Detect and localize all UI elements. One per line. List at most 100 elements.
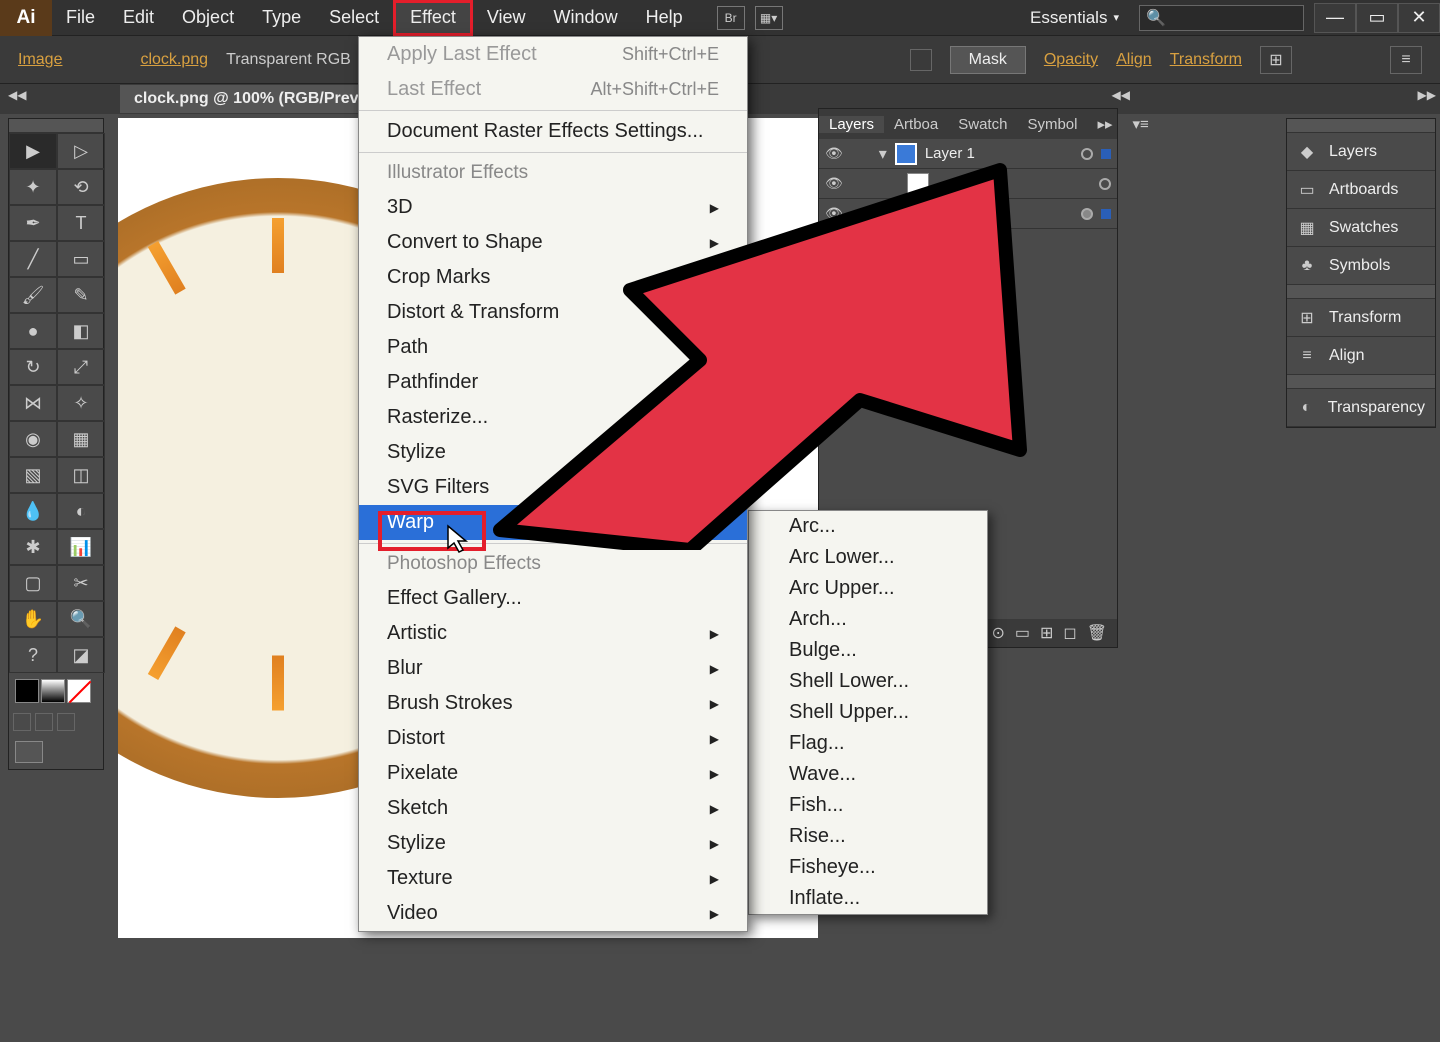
menu-pathfinder[interactable]: Pathfinder▶ [359,365,747,400]
new-layer-icon[interactable]: ◻ [1063,623,1076,643]
delete-layer-icon[interactable]: 🗑 [1087,623,1107,643]
tool-panel-grip[interactable] [9,119,103,133]
layer-name[interactable]: Layer 1 [925,145,1073,162]
bridge-icon[interactable]: Br [717,6,745,30]
mesh-tool[interactable]: ▧ [9,457,57,493]
menu-rasterize[interactable]: Rasterize... [359,400,747,435]
submenu-fisheye[interactable]: Fisheye... [749,852,987,883]
eyedropper-tool[interactable]: 💧 [9,493,57,529]
make-clip-icon[interactable]: ▭ [1015,623,1030,643]
menu-select[interactable]: Select [315,0,393,36]
mask-button[interactable]: Mask [950,46,1026,74]
menu-raster-settings[interactable]: Document Raster Effects Settings... [359,114,747,149]
collapse-tools-icon[interactable]: ◀◀ [8,88,26,102]
search-input[interactable]: 🔍 [1139,5,1304,31]
submenu-flag[interactable]: Flag... [749,728,987,759]
tab-layers[interactable]: Layers [819,116,884,133]
submenu-bulge[interactable]: Bulge... [749,635,987,666]
transform-link[interactable]: Transform [1170,51,1242,69]
selection-tool[interactable]: ▶ [9,133,57,169]
menu-pixelate[interactable]: Pixelate▶ [359,756,747,791]
tab-symbols[interactable]: Symbol [1017,116,1087,133]
isolation-icon[interactable]: ⊞ [1260,46,1292,74]
menu-blur[interactable]: Blur▶ [359,651,747,686]
menu-brush-strokes[interactable]: Brush Strokes▶ [359,686,747,721]
gradient-swatch[interactable] [41,679,65,703]
menu-sketch[interactable]: Sketch▶ [359,791,747,826]
fill-stroke-swap[interactable]: ◪ [57,637,105,673]
expand-icon[interactable]: ▾ [879,144,887,164]
menu-effect[interactable]: Effect [393,0,473,36]
menu-window[interactable]: Window [540,0,632,36]
submenu-rise[interactable]: Rise... [749,821,987,852]
side-layers[interactable]: ◆Layers [1287,133,1435,171]
close-button[interactable]: ✕ [1398,3,1440,33]
menu-3d[interactable]: 3D▶ [359,190,747,225]
menu-convert-shape[interactable]: Convert to Shape▶ [359,225,747,260]
blob-brush-tool[interactable]: ● [9,313,57,349]
menu-distort-ps[interactable]: Distort▶ [359,721,747,756]
side-transform[interactable]: ⊞Transform [1287,299,1435,337]
symbol-sprayer-tool[interactable]: ✱ [9,529,57,565]
menu-warp[interactable]: Warp▶ [359,505,747,540]
locate-icon[interactable]: ⊙ [991,623,1004,643]
visibility-icon[interactable]: 👁 [825,205,843,222]
target-icon[interactable] [1081,148,1093,160]
menu-object[interactable]: Object [168,0,248,36]
help-tool[interactable]: ? [9,637,57,673]
collapse-dock-icon[interactable]: ▶▶ [1418,88,1436,102]
submenu-fish[interactable]: Fish... [749,790,987,821]
submenu-arc[interactable]: Arc... [749,511,987,542]
layer-row[interactable]: 👁 . [819,169,1117,199]
opacity-link[interactable]: Opacity [1044,51,1098,69]
tab-artboards[interactable]: Artboa [884,116,948,133]
submenu-arc-upper[interactable]: Arc Upper... [749,573,987,604]
new-sublayer-icon[interactable]: ⊞ [1040,623,1053,643]
menu-svg-filters[interactable]: SVG Filters▶ [359,470,747,505]
menu-view[interactable]: View [473,0,540,36]
shape-builder-tool[interactable]: ◉ [9,421,57,457]
width-tool[interactable]: ⋈ [9,385,57,421]
layer-row[interactable]: 👁 ▾ Layer 1 [819,139,1117,169]
dropdown-icon[interactable] [910,49,932,71]
panel-expand-icon[interactable]: ▸▸ [1087,115,1122,133]
layer-name[interactable]: . [937,175,1091,192]
menu-texture[interactable]: Texture▶ [359,861,747,896]
menu-stylize[interactable]: Stylize▶ [359,435,747,470]
draw-behind-icon[interactable] [35,713,53,731]
rectangle-tool[interactable]: ▭ [57,241,105,277]
free-transform-tool[interactable]: ✧ [57,385,105,421]
side-swatches[interactable]: ▦Swatches [1287,209,1435,247]
zoom-tool[interactable]: 🔍 [57,601,105,637]
submenu-shell-upper[interactable]: Shell Upper... [749,697,987,728]
maximize-button[interactable]: ▭ [1356,3,1398,33]
control-menu-icon[interactable]: ≡ [1390,46,1422,74]
menu-type[interactable]: Type [248,0,315,36]
menu-path[interactable]: Path▶ [359,330,747,365]
artboard-tool[interactable]: ▢ [9,565,57,601]
side-artboards[interactable]: ▭Artboards [1287,171,1435,209]
draw-inside-icon[interactable] [57,713,75,731]
gradient-tool[interactable]: ◫ [57,457,105,493]
tab-swatches[interactable]: Swatch [948,116,1017,133]
menu-crop-marks[interactable]: Crop Marks [359,260,747,295]
layer-row[interactable]: 👁 O... [819,199,1117,229]
submenu-shell-lower[interactable]: Shell Lower... [749,666,987,697]
hand-tool[interactable]: ✋ [9,601,57,637]
none-swatch[interactable] [67,679,91,703]
pen-tool[interactable]: ✒ [9,205,57,241]
side-transparency[interactable]: ◐Transparency [1287,389,1435,427]
fill-swatch[interactable] [15,679,39,703]
side-panel-grip[interactable] [1287,285,1435,299]
graph-tool[interactable]: 📊 [57,529,105,565]
submenu-arch[interactable]: Arch... [749,604,987,635]
draw-normal-icon[interactable] [13,713,31,731]
pencil-tool[interactable]: ✎ [57,277,105,313]
lasso-tool[interactable]: ⟲ [57,169,105,205]
side-symbols[interactable]: ♣Symbols [1287,247,1435,285]
slice-tool[interactable]: ✂ [57,565,105,601]
menu-video[interactable]: Video▶ [359,896,747,931]
align-link[interactable]: Align [1116,51,1152,69]
eraser-tool[interactable]: ◧ [57,313,105,349]
layer-name[interactable]: O... [937,205,1073,222]
